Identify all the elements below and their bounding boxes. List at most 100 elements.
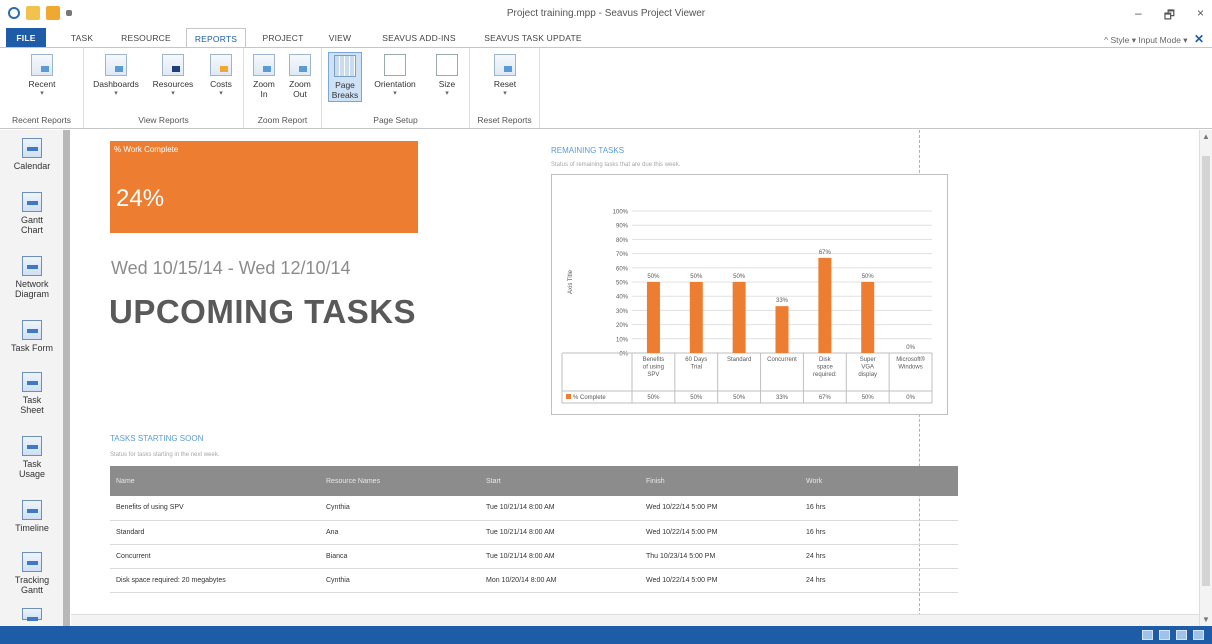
view-task-usage[interactable]: Task Usage <box>4 436 60 479</box>
cell: Wed 10/22/14 5:00 PM <box>640 496 800 521</box>
scroll-up-icon[interactable]: ▲ <box>1202 132 1210 141</box>
style-input-mode-label[interactable]: ^ Style ▾ Input Mode ▾ <box>1104 35 1187 45</box>
y-axis-title: Axis Title <box>568 269 574 294</box>
remaining-tasks-chart[interactable]: 0% 10% 20% 30% 40% 50% 60% 70% 80% 90% 100% Axis Ti… <box>551 174 948 415</box>
y-tick-label: 0% <box>619 352 628 358</box>
group-label: View Reports <box>138 115 189 125</box>
dashboards-label: Dashboards <box>93 79 139 89</box>
page-breaks-button[interactable]: Page Breaks <box>328 52 362 102</box>
x-tick-label: space <box>817 365 834 371</box>
group-zoom-report: Zoom In Zoom Out Zoom Report <box>244 48 322 128</box>
data-label: 67% <box>819 250 832 256</box>
ribbon-tabs: FILE TASK RESOURCE REPORTS PROJECT VIEW … <box>0 28 1212 48</box>
tasks-table: Name Resource Names Start Finish Work Be… <box>110 466 958 593</box>
vertical-scrollbar[interactable]: ▲ ▼ <box>1199 130 1212 626</box>
view-tracking-gantt[interactable]: Tracking Gantt <box>4 552 60 595</box>
zoom-out-button[interactable]: Zoom Out <box>284 52 316 99</box>
data-label: 33% <box>776 298 789 304</box>
view-task-form[interactable]: Task Form <box>4 320 60 353</box>
view-more[interactable] <box>4 608 60 623</box>
view-gantt-chart[interactable]: Gantt Chart <box>4 192 60 235</box>
col-header[interactable]: Work <box>800 466 958 496</box>
view-shortcut-icon[interactable] <box>1159 630 1170 640</box>
reset-icon <box>494 54 516 76</box>
tab-project[interactable]: PROJECT <box>254 28 312 48</box>
zoom-in-icon <box>253 54 275 76</box>
scroll-thumb[interactable] <box>1202 156 1210 586</box>
tab-task[interactable]: TASK <box>64 28 100 48</box>
reset-button[interactable]: Reset ▾ <box>488 52 522 99</box>
tab-reports[interactable]: REPORTS <box>186 28 246 48</box>
cell: Cynthia <box>320 496 480 521</box>
orientation-button[interactable]: Orientation ▾ <box>366 52 424 99</box>
group-reset-reports: Reset ▾ Reset Reports <box>470 48 540 128</box>
y-tick-label: 20% <box>616 323 629 329</box>
tab-seavus-add-ins[interactable]: SEAVUS ADD-INS <box>372 28 466 48</box>
page-breaks-icon <box>334 55 356 77</box>
size-label: Size <box>438 79 456 89</box>
table-row[interactable]: Disk space required: 20 megabytes Cynthi… <box>110 568 958 593</box>
timeline-icon <box>22 500 42 520</box>
restore-button[interactable]: 🗗 <box>1164 6 1175 27</box>
col-header[interactable]: Finish <box>640 466 800 496</box>
col-header[interactable]: Name <box>110 466 320 496</box>
zoom-in-button[interactable]: Zoom In <box>248 52 280 99</box>
y-tick-label: 90% <box>616 224 629 230</box>
x-tick-label: Trial <box>691 365 702 371</box>
data-label: 50% <box>733 274 746 280</box>
page-breaks-label-1: Page <box>335 80 355 90</box>
table-row[interactable]: Benefits of using SPV Cynthia Tue 10/21/… <box>110 496 958 521</box>
close-document-button[interactable]: ✕ <box>1194 32 1204 46</box>
orientation-label: Orientation <box>374 79 416 89</box>
chevron-down-icon: ▾ <box>503 90 507 97</box>
horizontal-scrollbar[interactable] <box>71 614 1199 626</box>
close-button[interactable]: × <box>1197 6 1204 27</box>
gantt-chart-icon <box>22 192 42 212</box>
group-page-setup: Page Breaks Orientation ▾ Size ▾ Page Se… <box>322 48 470 128</box>
group-label: Recent Reports <box>11 115 72 125</box>
cell: 24 hrs <box>800 544 958 569</box>
scroll-down-icon[interactable]: ▼ <box>1202 615 1210 624</box>
chevron-down-icon: ▾ <box>171 90 175 97</box>
view-network-diagram[interactable]: Network Diagram <box>4 256 60 299</box>
style-input-mode[interactable]: ^ Style ▾ Input Mode ▾ ✕ <box>1104 32 1204 46</box>
view-label: Usage <box>18 469 45 479</box>
table-value: 50% <box>733 395 746 401</box>
cell: Thu 10/23/14 5:00 PM <box>640 544 800 569</box>
x-tick-label: Standard <box>727 357 751 363</box>
legend-label: % Complete <box>573 395 606 401</box>
view-shortcut-icon[interactable] <box>1142 630 1153 640</box>
view-timeline[interactable]: Timeline <box>4 500 60 533</box>
dashboards-button[interactable]: Dashboards ▾ <box>90 52 142 99</box>
app-window: Project training.mpp - Seavus Project Vi… <box>0 0 1212 644</box>
cell: Concurrent <box>110 544 320 569</box>
recent-button[interactable]: Recent ▾ <box>18 52 66 99</box>
col-header[interactable]: Resource Names <box>320 466 480 496</box>
view-calendar[interactable]: Calendar <box>4 138 60 171</box>
tab-resource[interactable]: RESOURCE <box>112 28 180 48</box>
size-button[interactable]: Size ▾ <box>430 52 464 99</box>
col-header[interactable]: Start <box>480 466 640 496</box>
costs-button[interactable]: Costs ▾ <box>204 52 238 99</box>
tab-file[interactable]: FILE <box>6 28 46 48</box>
resources-button[interactable]: Resources ▾ <box>148 52 198 99</box>
group-label: Reset Reports <box>477 115 532 125</box>
cell: Wed 10/22/14 5:00 PM <box>640 520 800 545</box>
cell: Ana <box>320 520 480 545</box>
view-task-sheet[interactable]: Task Sheet <box>4 372 60 415</box>
cell: Cynthia <box>320 568 480 593</box>
table-row[interactable]: Concurrent Bianca Tue 10/21/14 8:00 AM T… <box>110 544 958 569</box>
tab-view[interactable]: VIEW <box>322 28 358 48</box>
tab-seavus-task-update[interactable]: SEAVUS TASK UPDATE <box>478 28 588 48</box>
view-shortcut-icon[interactable] <box>1193 630 1204 640</box>
chevron-down-icon: ▾ <box>445 90 449 97</box>
x-tick-label: Benefits <box>643 357 665 363</box>
view-shortcuts <box>1142 630 1204 640</box>
view-bar: Calendar Gantt Chart Network Diagram Tas… <box>0 130 70 626</box>
minimize-button[interactable]: – <box>1135 6 1142 27</box>
table-header-row: Name Resource Names Start Finish Work <box>110 466 958 496</box>
table-value: 0% <box>906 395 915 401</box>
table-row[interactable]: Standard Ana Tue 10/21/14 8:00 AM Wed 10… <box>110 520 958 545</box>
view-shortcut-icon[interactable] <box>1176 630 1187 640</box>
page-breaks-label-2: Breaks <box>331 90 359 100</box>
